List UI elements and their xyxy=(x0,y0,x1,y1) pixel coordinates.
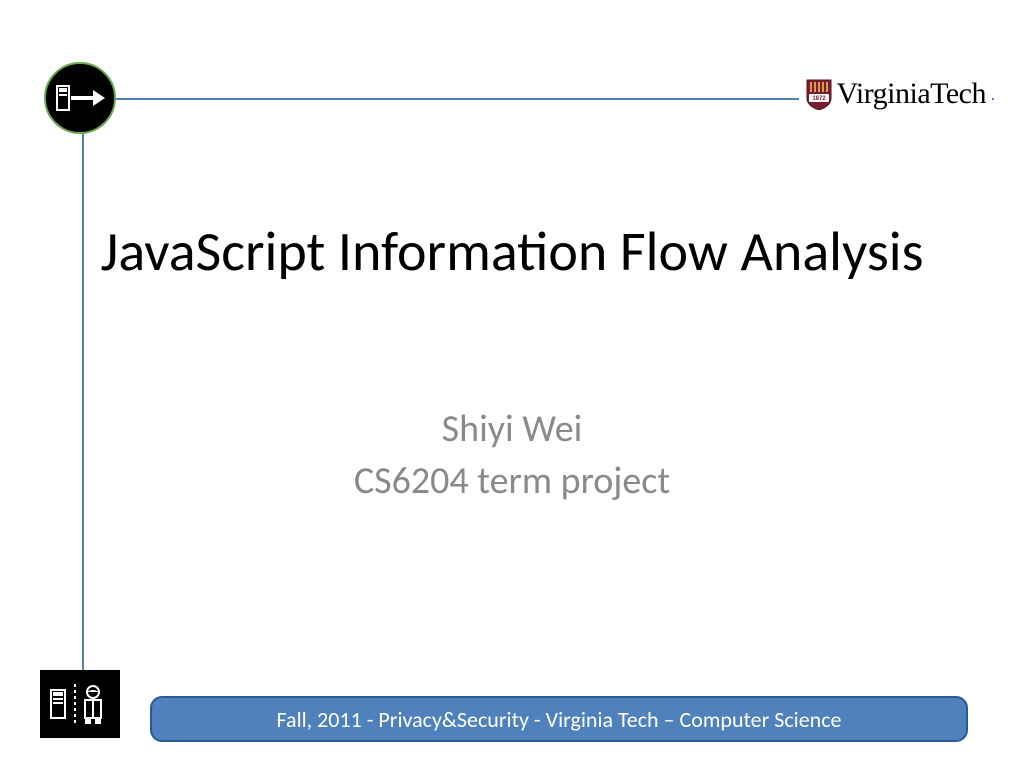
vt-shield-icon: 1872 xyxy=(805,78,833,110)
footer-text: Fall, 2011 - Privacy&Security - Virginia… xyxy=(277,706,842,733)
vertical-divider xyxy=(82,98,84,698)
slide-title: JavaScript Information Flow Analysis xyxy=(0,217,1024,287)
vt-logo-text: VirginiaTech xyxy=(837,79,987,109)
svg-text:1872: 1872 xyxy=(812,96,826,102)
virginia-tech-logo: 1872 VirginiaTech xyxy=(799,74,993,112)
footer-bar: Fall, 2011 - Privacy&Security - Virginia… xyxy=(150,696,968,742)
file-arrow-right-icon xyxy=(44,62,116,134)
slide-course: CS6204 term project xyxy=(0,458,1024,504)
slide-author: Shiyi Wei xyxy=(0,406,1024,452)
file-user-security-icon xyxy=(40,670,120,738)
